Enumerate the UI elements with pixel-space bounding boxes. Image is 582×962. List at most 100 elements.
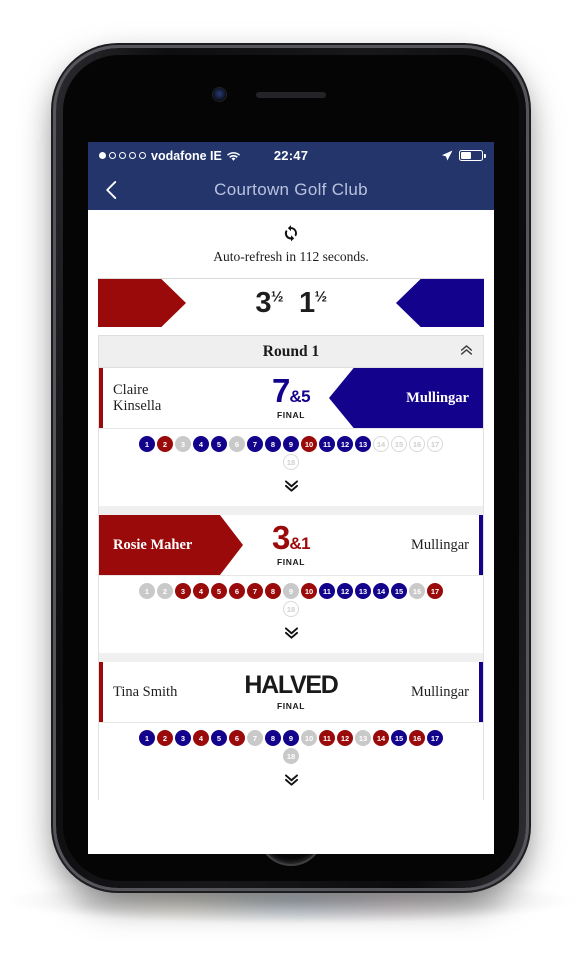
hole-dot[interactable]: 9	[283, 583, 299, 599]
match-result: HALVED FINAL	[243, 670, 339, 711]
hole-dot[interactable]: 13	[355, 436, 371, 452]
clock-label: 22:47	[273, 148, 309, 163]
hole-dot[interactable]: 1	[139, 730, 155, 746]
match-result-score: HALVED	[244, 670, 338, 699]
match-row: Tina Smith HALVED FINAL Mullingar	[99, 662, 483, 722]
hole-dot[interactable]: 1	[139, 436, 155, 452]
hole-dot[interactable]: 13	[355, 583, 371, 599]
match-result: 3&1 FINAL	[243, 518, 339, 568]
hole-dot[interactable]: 3	[175, 436, 191, 452]
hole-dot[interactable]: 8	[265, 730, 281, 746]
hole-dot[interactable]: 6	[229, 583, 245, 599]
home-accent-bar	[99, 662, 103, 722]
round-label: Round 1	[262, 342, 320, 360]
hole-dot[interactable]: 10	[301, 730, 317, 746]
hole-row-front: 1 2 3 4 5 6 7 8 9 10 11 12 13 14 15 16 17	[105, 730, 477, 746]
hole-dot[interactable]: 17	[427, 730, 443, 746]
content-scroll-area[interactable]: Auto-refresh in 112 seconds. 3½ 1½ Round…	[88, 210, 494, 854]
away-accent-bar	[479, 662, 483, 722]
hole-dot[interactable]: 5	[211, 730, 227, 746]
match-expand-button[interactable]	[99, 619, 483, 653]
hole-dot[interactable]: 17	[427, 436, 443, 452]
match-status-label: FINAL	[276, 557, 306, 568]
hole-dot[interactable]: 14	[373, 730, 389, 746]
hole-dot[interactable]: 14	[373, 436, 389, 452]
hole-dot[interactable]: 6	[229, 730, 245, 746]
hole-row-back: 18	[105, 748, 477, 764]
hole-dot[interactable]: 8	[265, 583, 281, 599]
hole-dot[interactable]: 10	[301, 583, 317, 599]
hole-dot[interactable]: 18	[283, 748, 299, 764]
hole-dot[interactable]: 3	[175, 730, 191, 746]
auto-refresh-label: Auto-refresh in 112 seconds.	[213, 249, 369, 264]
hole-dot[interactable]: 1	[139, 583, 155, 599]
match-result-score: 3&1	[271, 518, 311, 556]
hole-dot[interactable]: 8	[265, 436, 281, 452]
away-team-side: Mullingar	[329, 368, 483, 428]
match-expand-button[interactable]	[99, 766, 483, 800]
hole-dot[interactable]: 7	[247, 583, 263, 599]
hole-dot[interactable]: 18	[283, 454, 299, 470]
hole-dot[interactable]: 7	[247, 436, 263, 452]
match-separator	[98, 506, 484, 515]
match-list: Claire Kinsella 7&5 FINAL Mullingar 1 2 3 4 5 6 7 8 9…	[88, 368, 494, 800]
away-team-side: Mullingar	[339, 662, 483, 722]
hole-dot[interactable]: 5	[211, 583, 227, 599]
match-status-label: FINAL	[276, 700, 306, 711]
hole-dot[interactable]: 9	[283, 730, 299, 746]
status-bar-right	[308, 150, 486, 162]
nav-bar: Courtown Golf Club	[88, 169, 494, 210]
hole-row-front: 1 2 3 4 5 6 7 8 9 10 11 12 13 14 15 16 17	[105, 436, 477, 452]
hole-dot[interactable]: 15	[391, 583, 407, 599]
hole-dot[interactable]: 6	[229, 436, 245, 452]
banner-scores: 3½ 1½	[255, 287, 327, 320]
away-player-name: Mullingar	[411, 536, 469, 553]
home-player-name: Claire Kinsella	[113, 381, 162, 414]
match-expand-button[interactable]	[99, 472, 483, 506]
match-card[interactable]: Claire Kinsella 7&5 FINAL Mullingar 1 2 3 4 5 6 7 8 9…	[98, 368, 484, 506]
hole-dot[interactable]: 10	[301, 436, 317, 452]
match-status-label: FINAL	[276, 410, 306, 421]
away-team-chevron	[396, 279, 484, 327]
away-accent-bar	[479, 515, 483, 575]
away-player-name: Mullingar	[411, 683, 469, 700]
hole-dot[interactable]: 13	[355, 730, 371, 746]
hole-dot[interactable]: 2	[157, 730, 173, 746]
hole-dot[interactable]: 16	[409, 436, 425, 452]
hole-dot[interactable]: 7	[247, 730, 263, 746]
hole-dot[interactable]: 15	[391, 436, 407, 452]
hole-dot[interactable]: 3	[175, 583, 191, 599]
hole-dot[interactable]: 4	[193, 730, 209, 746]
hole-dot[interactable]: 11	[319, 583, 335, 599]
hole-dot[interactable]: 18	[283, 601, 299, 617]
hole-dot[interactable]: 12	[337, 730, 353, 746]
home-accent-bar	[99, 368, 103, 428]
hole-dot[interactable]: 4	[193, 583, 209, 599]
hole-dot[interactable]: 12	[337, 436, 353, 452]
chevron-double-up-icon[interactable]	[460, 343, 473, 361]
away-winner-banner: Mullingar	[329, 368, 483, 428]
hole-dot[interactable]: 2	[157, 436, 173, 452]
hole-dot[interactable]: 5	[211, 436, 227, 452]
hole-dot[interactable]: 17	[427, 583, 443, 599]
iphone-device: vodafone IE 22:47 Courtown Golf Club Aut…	[56, 48, 526, 888]
hole-dot[interactable]: 15	[391, 730, 407, 746]
hole-strip: 1 2 3 4 5 6 7 8 9 10 11 12 13 14 15 16 17 18	[99, 428, 483, 472]
hole-dot[interactable]: 11	[319, 730, 335, 746]
round-header[interactable]: Round 1	[98, 335, 484, 368]
hole-dot[interactable]: 9	[283, 436, 299, 452]
match-card[interactable]: Rosie Maher 3&1 FINAL Mullingar 1 2 3 4 5 6 7 8 9 10 1…	[98, 515, 484, 653]
match-separator	[98, 653, 484, 662]
hole-dot[interactable]: 14	[373, 583, 389, 599]
hole-dot[interactable]: 16	[409, 583, 425, 599]
match-card[interactable]: Tina Smith HALVED FINAL Mullingar 1 2 3 4 5 6 7 8 9 1…	[98, 662, 484, 800]
hole-dot[interactable]: 16	[409, 730, 425, 746]
hole-dot[interactable]: 4	[193, 436, 209, 452]
hole-dot[interactable]: 2	[157, 583, 173, 599]
hole-dot[interactable]: 12	[337, 583, 353, 599]
home-player-name: Rosie Maher	[113, 536, 193, 553]
home-team-side: Tina Smith	[99, 662, 243, 722]
home-winner-banner: Rosie Maher	[99, 515, 243, 575]
hole-dot[interactable]: 11	[319, 436, 335, 452]
refresh-icon[interactable]	[281, 223, 301, 243]
